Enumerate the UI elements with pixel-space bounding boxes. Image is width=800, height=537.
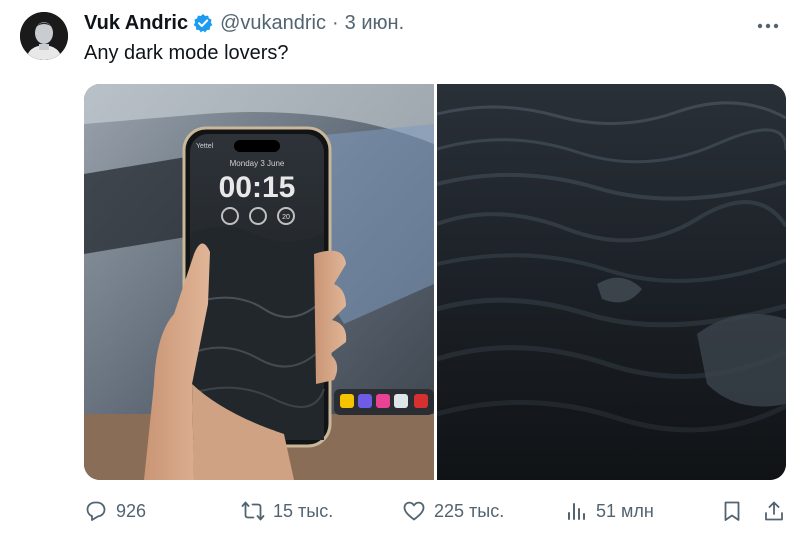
heart-icon [403,501,425,521]
tweet-date[interactable]: 3 июн. [345,12,404,35]
author-handle[interactable]: @vukandric [220,12,326,35]
views-chart-icon [568,503,585,520]
phone-widget-value: 20 [282,214,290,221]
tweet-text: Any dark mode lovers? [84,42,289,64]
like-button[interactable]: 225 тыс. [402,496,504,526]
repost-icon [241,501,265,521]
repost-button[interactable]: 15 тыс. [241,496,333,526]
like-count: 225 тыс. [434,500,505,521]
verified-badge-icon [193,13,213,33]
tweet-header: Vuk Andric @vukandric · 3 июн. [84,10,404,36]
reply-count: 926 [116,500,147,521]
more-options-icon[interactable] [756,14,780,38]
bookmark-icon [724,501,740,521]
avatar[interactable] [20,12,68,60]
author-name[interactable]: Vuk Andric [84,12,188,35]
phone-date-label: Monday 3 June [230,159,285,168]
repost-count: 15 тыс. [273,500,334,521]
share-button[interactable] [762,496,794,526]
view-count: 51 млн [596,500,654,521]
media-image-left[interactable]: Yettel Monday 3 June 00:15 20 [84,84,434,480]
views-button[interactable]: 51 млн [564,496,654,526]
reply-icon [86,501,106,521]
reply-button[interactable]: 926 [84,496,146,526]
bookmark-button[interactable] [720,496,752,526]
header-separator: · [332,11,339,34]
phone-clock-label: 00:15 [219,171,296,204]
tweet-media[interactable]: Yettel Monday 3 June 00:15 20 [84,84,786,480]
tweet-actions: 926 15 тыс. 225 тыс. 51 млн [84,496,786,526]
share-icon [765,501,783,521]
media-image-right[interactable] [437,84,786,480]
phone-carrier-label: Yettel [196,143,214,150]
